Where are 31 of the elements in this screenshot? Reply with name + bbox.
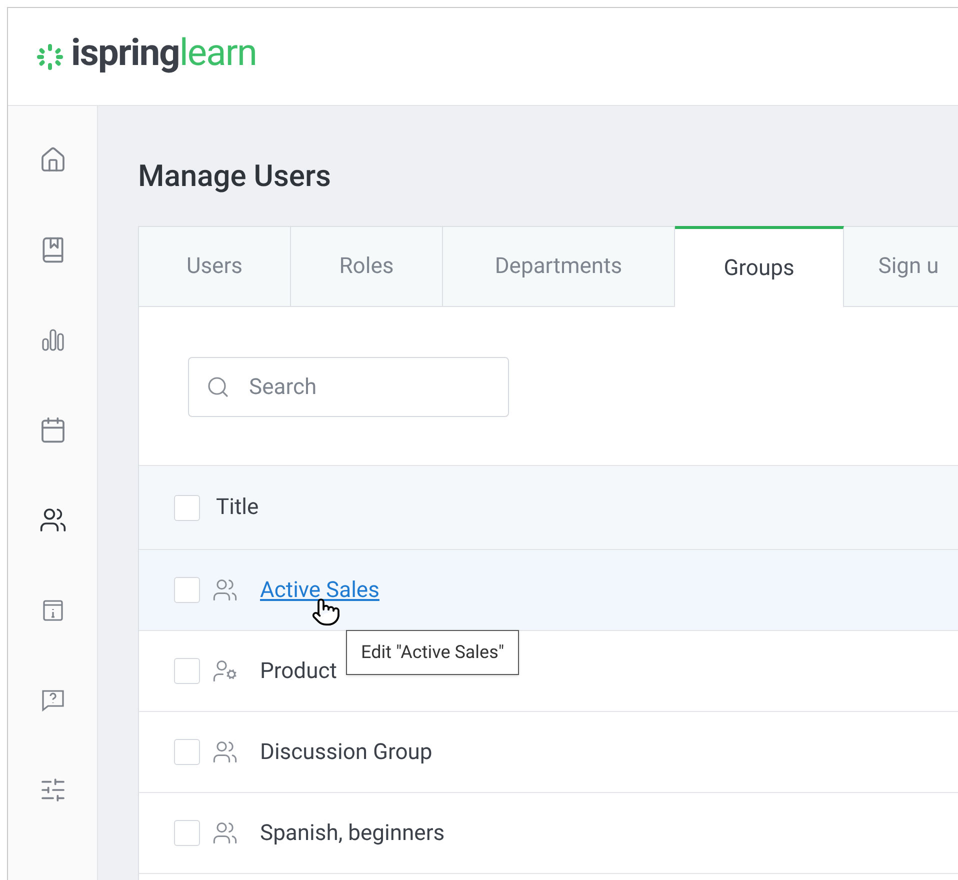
group-link[interactable]: Active Sales: [260, 574, 380, 606]
home-icon: [38, 146, 66, 174]
tab[interactable]: Roles: [291, 226, 443, 307]
checkbox[interactable]: [174, 820, 200, 846]
tab[interactable]: Sign u: [844, 226, 958, 307]
users-icon: [212, 739, 238, 765]
column-header: Title: [216, 494, 259, 522]
search-icon: [206, 375, 230, 399]
users-icon: [212, 820, 238, 846]
users-icon: [38, 506, 66, 534]
group-link[interactable]: Spanish, beginners: [260, 816, 445, 850]
checkbox[interactable]: [174, 577, 200, 603]
logo-text: ispringlearn: [71, 35, 256, 72]
user-gear-icon: [212, 658, 238, 684]
table-row[interactable]: Active Sales: [139, 550, 958, 631]
checkbox[interactable]: [174, 494, 200, 520]
page-title: Manage Users: [138, 162, 332, 192]
tab[interactable]: Departments: [443, 226, 675, 307]
tab[interactable]: Users: [138, 226, 291, 307]
search-field[interactable]: Search: [188, 357, 509, 417]
tab[interactable]: Groups: [675, 226, 844, 307]
group-link[interactable]: Discussion Group: [260, 736, 432, 768]
logo-icon: [35, 42, 65, 72]
calendar-icon: [38, 416, 66, 444]
group-link[interactable]: Product: [260, 654, 337, 688]
hand-cursor-icon: [311, 597, 341, 627]
checkbox[interactable]: [174, 658, 200, 684]
sliders-icon: [38, 776, 66, 804]
tooltip: Edit "Active Sales": [346, 630, 520, 675]
users-icon: [212, 577, 238, 603]
checkbox[interactable]: [174, 739, 200, 765]
